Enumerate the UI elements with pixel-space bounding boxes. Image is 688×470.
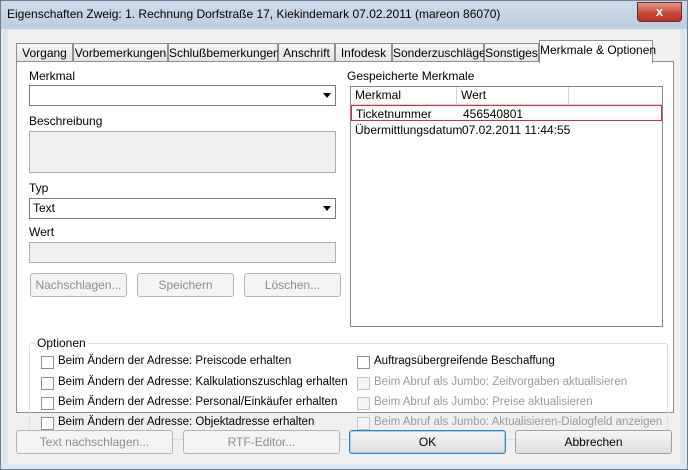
properties-dialog: Eigenschaften Zweig: 1. Rechnung Dorfstr… — [0, 0, 688, 470]
cell-wert: 456540801 — [463, 107, 524, 121]
chevron-down-icon[interactable] — [319, 87, 334, 102]
tab-label: Schlußbemerkungen — [169, 46, 280, 60]
wert-label: Wert — [29, 225, 55, 239]
option-right-4-checkbox[interactable] — [357, 417, 370, 430]
tab-vorgang[interactable]: Vorgang — [16, 43, 73, 62]
cell-merkmal: Übermittlungsdatum — [355, 123, 463, 137]
close-icon: x — [655, 4, 664, 19]
dialog-client: Vorgang Vorbemerkungen Schlußbemerkungen… — [8, 30, 680, 464]
option-right-3-checkbox[interactable] — [357, 397, 370, 410]
wert-input[interactable] — [29, 242, 336, 263]
beschreibung-textarea[interactable] — [29, 131, 336, 173]
tab-sonstiges[interactable]: Sonstiges — [484, 43, 539, 62]
tab-infodesk[interactable]: Infodesk — [335, 43, 392, 62]
option-left-2-checkbox[interactable] — [41, 377, 54, 390]
option-left-3-checkbox[interactable] — [41, 397, 54, 410]
window-title: Eigenschaften Zweig: 1. Rechnung Dorfstr… — [7, 7, 501, 21]
close-button[interactable]: x — [637, 2, 682, 22]
option-right-1-checkbox[interactable] — [357, 356, 370, 369]
beschreibung-label: Beschreibung — [29, 114, 103, 128]
option-right-2-checkbox[interactable] — [357, 377, 370, 390]
column-label: Wert — [461, 88, 487, 102]
option-left-3-label[interactable]: Beim Ändern der Adresse: Personal/Einkäu… — [58, 396, 337, 408]
loeschen-button[interactable]: Löschen... — [244, 273, 341, 297]
text-nachschlagen-button[interactable]: Text nachschlagen... — [16, 430, 173, 454]
rtf-editor-button[interactable]: RTF-Editor... — [183, 430, 340, 454]
ok-button[interactable]: OK — [349, 430, 506, 454]
speichern-button[interactable]: Speichern — [137, 273, 234, 297]
tab-label: Anschrift — [283, 46, 330, 60]
option-left-1-label[interactable]: Beim Ändern der Adresse: Preiscode erhal… — [58, 355, 291, 367]
saved-merkmale-label: Gespeicherte Merkmale — [347, 69, 475, 83]
tab-label: Infodesk — [340, 46, 387, 60]
tab-sonderzuschlaege[interactable]: Sonderzuschläge — [392, 43, 486, 62]
chevron-down-icon[interactable] — [319, 200, 334, 215]
list-item[interactable]: Ticketnummer 456540801 — [351, 105, 662, 121]
cell-wert: 07.02.2011 11:44:55 — [462, 123, 571, 137]
column-header-merkmal[interactable]: Merkmal — [351, 87, 457, 104]
optionen-legend: Optionen — [35, 336, 88, 350]
tab-merkmale-optionen[interactable]: Merkmale & Optionen — [539, 40, 657, 63]
tab-label: Sonstiges — [485, 46, 538, 60]
option-left-4-label[interactable]: Beim Ändern der Adresse: Objektadresse e… — [58, 416, 314, 428]
column-label: Merkmal — [355, 88, 402, 102]
tab-label: Vorgang — [22, 46, 67, 60]
typ-label: Typ — [29, 181, 49, 195]
list-item[interactable]: Übermittlungsdatum 07.02.2011 11:44:55 — [351, 122, 662, 138]
option-left-2-label[interactable]: Beim Ändern der Adresse: Kalkulationszus… — [58, 376, 348, 388]
tab-label: Sonderzuschläge — [393, 46, 486, 60]
saved-merkmale-list[interactable]: Merkmal Wert Ticketnummer 456540801 Über… — [350, 86, 663, 327]
merkmal-combo[interactable] — [29, 85, 336, 106]
title-bar: Eigenschaften Zweig: 1. Rechnung Dorfstr… — [1, 1, 687, 29]
tab-vorbemerkungen[interactable]: Vorbemerkungen — [73, 43, 168, 62]
typ-combo[interactable]: Text — [29, 198, 336, 219]
tab-label: Merkmale & Optionen — [540, 43, 657, 57]
option-left-1-checkbox[interactable] — [41, 356, 54, 369]
option-right-3-label: Beim Abruf als Jumbo: Preise aktualisier… — [374, 396, 593, 408]
abbrechen-button[interactable]: Abbrechen — [515, 430, 672, 454]
typ-value: Text — [33, 201, 56, 215]
option-right-1-label[interactable]: Auftragsübergreifende Beschaffung — [374, 355, 555, 367]
option-right-4-label: Beim Abruf als Jumbo: Aktualisieren-Dial… — [374, 416, 663, 428]
tab-schlussbemerkungen[interactable]: Schlußbemerkungen — [168, 43, 280, 62]
tab-anschrift[interactable]: Anschrift — [278, 43, 335, 62]
merkmal-label: Merkmal — [29, 69, 76, 83]
option-right-2-label: Beim Abruf als Jumbo: Zeitvorgaben aktua… — [374, 376, 628, 388]
tab-panel: Merkmal Beschreibung Typ Text Wert Nachs… — [16, 61, 674, 440]
cell-merkmal: Ticketnummer — [356, 107, 432, 121]
tab-label: Vorbemerkungen — [74, 46, 167, 60]
nachschlagen-button[interactable]: Nachschlagen... — [30, 273, 127, 297]
list-header: Merkmal Wert — [351, 87, 662, 105]
column-header-wert[interactable]: Wert — [457, 87, 569, 104]
option-left-4-checkbox[interactable] — [41, 417, 54, 430]
